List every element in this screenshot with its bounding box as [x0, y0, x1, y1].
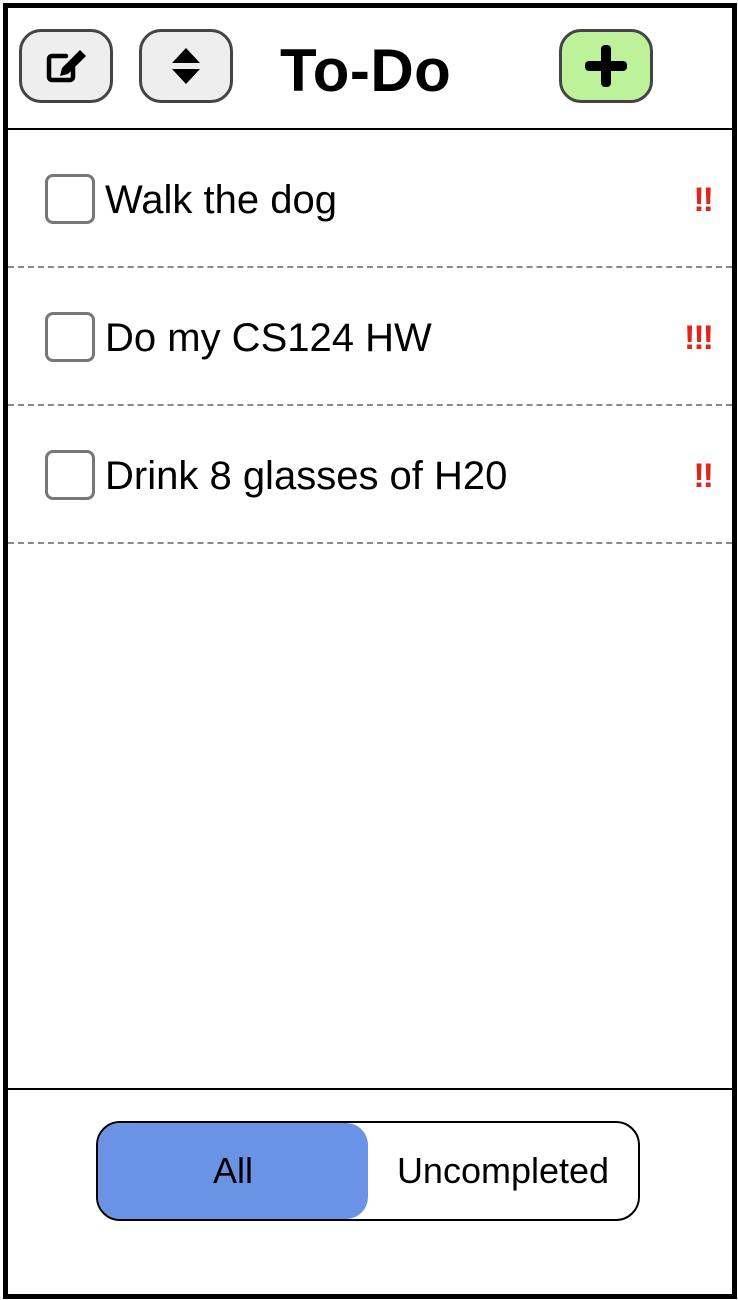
filter-uncompleted-button[interactable]: Uncompleted: [368, 1123, 638, 1219]
page-title: To-Do: [280, 37, 452, 104]
sort-button[interactable]: [139, 29, 233, 103]
plus-icon: [583, 43, 629, 89]
priority-indicator: !!: [693, 181, 714, 219]
footer: All Uncompleted: [8, 1088, 732, 1294]
header: To-Do: [8, 8, 732, 130]
task-checkbox[interactable]: [45, 450, 95, 500]
task-text[interactable]: Drink 8 glasses of H20: [105, 452, 507, 500]
priority-indicator: !!: [693, 457, 714, 495]
filter-all-button[interactable]: All: [98, 1123, 368, 1219]
filter-segmented-control: All Uncompleted: [96, 1121, 640, 1221]
task-list: Walk the dog !! Do my CS124 HW !!! Drink…: [8, 130, 732, 544]
task-row: Drink 8 glasses of H20 !!: [8, 406, 732, 544]
sort-icon: [169, 46, 203, 86]
edit-button[interactable]: [19, 29, 113, 103]
task-text[interactable]: Walk the dog: [105, 176, 337, 224]
app-frame: To-Do Walk the dog !! Do my CS124 HW !!!…: [3, 3, 737, 1299]
priority-indicator: !!!: [684, 319, 714, 357]
task-text[interactable]: Do my CS124 HW: [105, 314, 432, 362]
edit-icon: [42, 46, 90, 86]
task-row: Walk the dog !!: [8, 130, 732, 268]
task-row: Do my CS124 HW !!!: [8, 268, 732, 406]
task-checkbox[interactable]: [45, 312, 95, 362]
task-checkbox[interactable]: [45, 174, 95, 224]
add-task-button[interactable]: [559, 29, 653, 103]
